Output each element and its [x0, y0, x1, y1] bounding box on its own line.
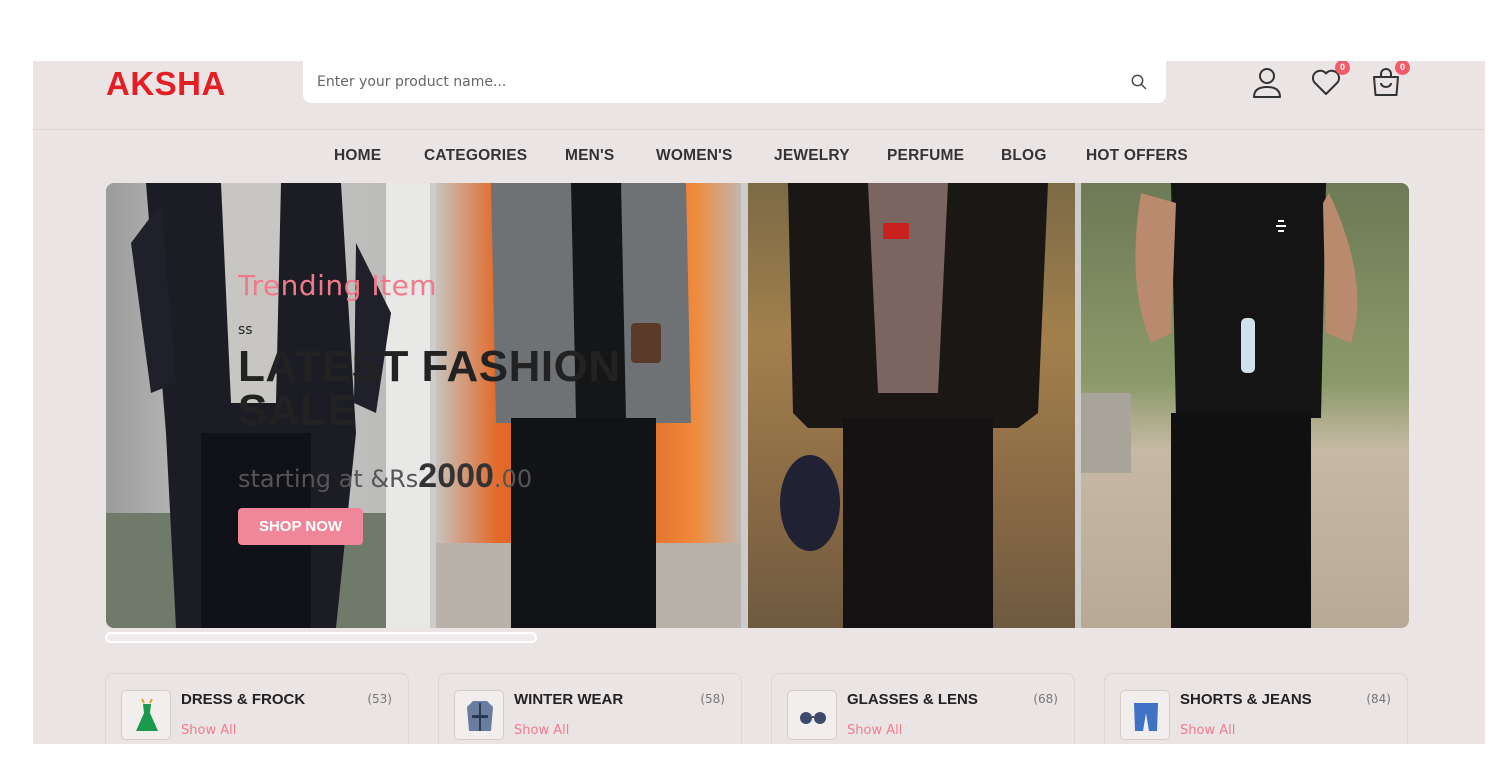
search-bar [303, 61, 1166, 103]
nav-item-hot-offers[interactable]: HOT OFFERS [1086, 147, 1188, 165]
category-title: SHORTS & JEANS [1180, 691, 1312, 708]
wishlist-count-badge: 0 [1335, 61, 1350, 75]
shop-now-button[interactable]: SHOP NOW [238, 508, 363, 545]
dress-icon [121, 690, 171, 740]
category-card[interactable]: DRESS & FROCK (53) Show All [105, 673, 409, 744]
glasses-icon [787, 690, 837, 740]
header: AKSHA 0 0 [33, 61, 1485, 130]
man-in-sportswear-illustration [1081, 183, 1358, 628]
show-all-link[interactable]: Show All [1180, 723, 1235, 738]
category-title: GLASSES & LENS [847, 691, 978, 708]
category-title: WINTER WEAR [514, 691, 624, 708]
hero-subtitle: Trending Item [238, 269, 438, 302]
hero-title: LATEST FASHION SALE [238, 342, 621, 435]
shorts-icon [1120, 690, 1170, 740]
category-count: (84) [1366, 692, 1391, 706]
category-count: (53) [367, 692, 392, 706]
hero-photo-3 [748, 183, 1075, 628]
nav-item-blog[interactable]: BLOG [1001, 147, 1047, 165]
nav-item-categories[interactable]: CATEGORIES [424, 147, 527, 165]
hero-photo-4 [1081, 183, 1409, 628]
show-all-link[interactable]: Show All [514, 723, 569, 738]
hero-price-prefix: starting at &Rs [238, 465, 419, 493]
wishlist-button[interactable]: 0 [1310, 61, 1350, 100]
search-icon[interactable] [1130, 73, 1148, 91]
category-card[interactable]: SHORTS & JEANS (84) Show All [1104, 673, 1408, 744]
man-in-leather-jacket-illustration [780, 183, 1048, 628]
search-input[interactable] [317, 71, 1097, 93]
hero-small-text: ss [238, 322, 253, 338]
main-nav: HOME CATEGORIES MEN'S WOMEN'S JEWELRY PE… [33, 130, 1485, 182]
category-list: DRESS & FROCK (53) Show All WINTER WEAR … [105, 673, 1409, 744]
nav-item-womens[interactable]: WOMEN'S [656, 147, 733, 165]
cart-button[interactable]: 0 [1370, 61, 1410, 100]
nav-item-perfume[interactable]: PERFUME [887, 147, 964, 165]
category-count: (58) [700, 692, 725, 706]
nav-item-mens[interactable]: MEN'S [565, 147, 614, 165]
category-card[interactable]: GLASSES & LENS (68) Show All [771, 673, 1075, 744]
slider-scrollbar[interactable] [105, 632, 537, 643]
coat-icon [454, 690, 504, 740]
category-count: (68) [1033, 692, 1058, 706]
show-all-link[interactable]: Show All [181, 723, 236, 738]
category-title: DRESS & FROCK [181, 691, 306, 708]
hero-price: starting at &Rs2000.00 [238, 457, 532, 496]
category-card[interactable]: WINTER WEAR (58) Show All [438, 673, 742, 744]
show-all-link[interactable]: Show All [847, 723, 902, 738]
hero-price-cents: .00 [493, 465, 533, 493]
cart-count-badge: 0 [1395, 61, 1410, 75]
hero-banner: Trending Item ss LATEST FASHION SALE sta… [106, 183, 1409, 628]
page: AKSHA 0 0 [33, 61, 1485, 744]
site-logo[interactable]: AKSHA [106, 65, 226, 103]
hero-price-main: 2000 [418, 457, 494, 495]
account-button[interactable] [1250, 66, 1284, 100]
nav-item-jewelry[interactable]: JEWELRY [774, 147, 850, 165]
nav-item-home[interactable]: HOME [334, 147, 381, 165]
user-icon [1253, 68, 1281, 98]
